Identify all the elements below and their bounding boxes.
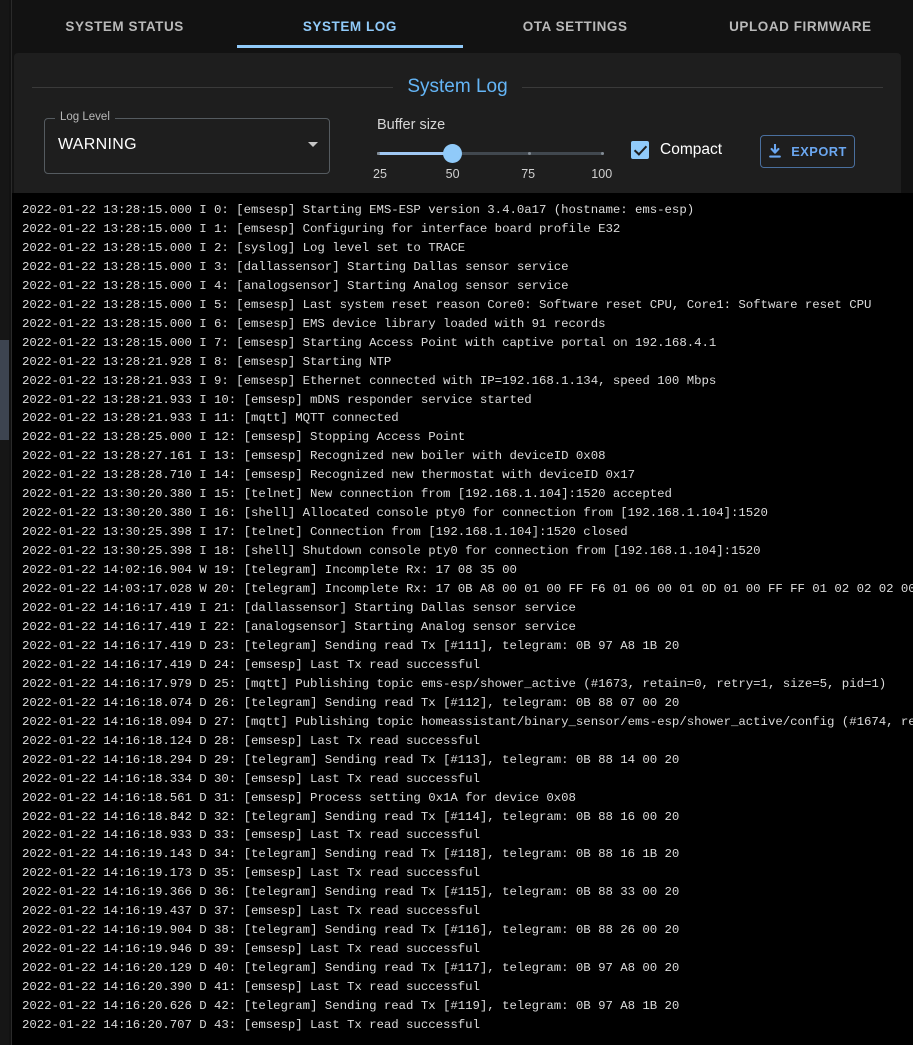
tab-ota-settings[interactable]: OTA SETTINGS xyxy=(463,0,688,52)
log-level-select[interactable]: Log Level WARNING xyxy=(44,118,330,174)
log-line: 2022-01-22 13:28:15.000 I 4: [analogsens… xyxy=(22,277,913,296)
export-label: EXPORT xyxy=(791,144,847,159)
tab-label: OTA SETTINGS xyxy=(523,19,628,34)
page-scrollbar-thumb[interactable] xyxy=(0,340,9,440)
left-rail xyxy=(0,0,12,1045)
export-button[interactable]: EXPORT xyxy=(760,135,855,168)
log-line: 2022-01-22 14:16:19.143 D 34: [telegram]… xyxy=(22,845,913,864)
log-line: 2022-01-22 13:30:25.398 I 18: [shell] Sh… xyxy=(22,542,913,561)
log-line: 2022-01-22 14:16:20.626 D 42: [telegram]… xyxy=(22,997,913,1016)
log-line: 2022-01-22 14:02:16.904 W 19: [telegram]… xyxy=(22,561,913,580)
slider-thumb[interactable] xyxy=(443,144,462,163)
divider-left xyxy=(32,87,393,88)
log-line: 2022-01-22 13:28:15.000 I 5: [emsesp] La… xyxy=(22,296,913,315)
slider-fill xyxy=(377,152,453,155)
log-line: 2022-01-22 14:16:18.294 D 29: [telegram]… xyxy=(22,751,913,770)
log-line: 2022-01-22 14:16:20.129 D 40: [telegram]… xyxy=(22,959,913,978)
log-line: 2022-01-22 14:16:19.437 D 37: [emsesp] L… xyxy=(22,902,913,921)
controls-panel: System Log Log Level WARNING Buffer size xyxy=(14,53,901,193)
log-line: 2022-01-22 14:16:19.173 D 35: [emsesp] L… xyxy=(22,864,913,883)
log-line: 2022-01-22 13:28:15.000 I 3: [dallassens… xyxy=(22,258,913,277)
log-line: 2022-01-22 13:28:27.161 I 13: [emsesp] R… xyxy=(22,447,913,466)
log-line: 2022-01-22 14:16:18.334 D 30: [emsesp] L… xyxy=(22,770,913,789)
tab-system-status[interactable]: SYSTEM STATUS xyxy=(12,0,237,52)
log-line: 2022-01-22 14:16:18.124 D 28: [emsesp] L… xyxy=(22,732,913,751)
slider-mark-25 xyxy=(377,152,380,155)
compact-label: Compact xyxy=(660,141,722,159)
log-line: 2022-01-22 14:16:19.904 D 38: [telegram]… xyxy=(22,921,913,940)
log-line: 2022-01-22 14:03:17.028 W 20: [telegram]… xyxy=(22,580,913,599)
log-level-value: WARNING xyxy=(58,136,137,154)
log-line: 2022-01-22 14:16:20.390 D 41: [emsesp] L… xyxy=(22,978,913,997)
log-line: 2022-01-22 14:16:19.366 D 36: [telegram]… xyxy=(22,883,913,902)
slider-mark-100 xyxy=(601,152,604,155)
slider-tick-50: 50 xyxy=(446,167,460,181)
log-line: 2022-01-22 14:16:17.419 I 21: [dallassen… xyxy=(22,599,913,618)
log-line: 2022-01-22 14:16:17.419 D 24: [emsesp] L… xyxy=(22,656,913,675)
log-line: 2022-01-22 13:28:15.000 I 1: [emsesp] Co… xyxy=(22,220,913,239)
log-line: 2022-01-22 14:16:18.094 D 27: [mqtt] Pub… xyxy=(22,713,913,732)
tab-underline xyxy=(688,45,913,48)
panel-title-row: System Log xyxy=(32,71,883,103)
log-line: 2022-01-22 13:28:21.933 I 11: [mqtt] MQT… xyxy=(22,409,913,428)
log-line: 2022-01-22 13:28:21.928 I 8: [emsesp] St… xyxy=(22,353,913,372)
log-line: 2022-01-22 13:28:21.933 I 10: [emsesp] m… xyxy=(22,391,913,410)
log-line: 2022-01-22 14:16:18.561 D 31: [emsesp] P… xyxy=(22,789,913,808)
log-line: 2022-01-22 13:28:21.933 I 9: [emsesp] Et… xyxy=(22,372,913,391)
buffer-size-label: Buffer size xyxy=(377,117,604,133)
log-line: 2022-01-22 13:28:28.710 I 14: [emsesp] R… xyxy=(22,466,913,485)
controls-row: Log Level WARNING Buffer size 25 xyxy=(44,117,881,181)
log-line: 2022-01-22 14:16:17.979 D 25: [mqtt] Pub… xyxy=(22,675,913,694)
slider-tick-25: 25 xyxy=(373,167,387,181)
log-line: 2022-01-22 13:30:20.380 I 15: [telnet] N… xyxy=(22,485,913,504)
log-line: 2022-01-22 14:16:18.074 D 26: [telegram]… xyxy=(22,694,913,713)
slider-tick-labels: 25 50 75 100 xyxy=(377,167,604,185)
log-line: 2022-01-22 13:28:15.000 I 2: [syslog] Lo… xyxy=(22,239,913,258)
log-level-label: Log Level xyxy=(55,111,115,124)
buffer-size-control: Buffer size 25 50 75 100 xyxy=(377,117,604,185)
tab-upload-firmware[interactable]: UPLOAD FIRMWARE xyxy=(688,0,913,52)
checkbox-checked-icon[interactable] xyxy=(631,141,649,159)
slider-tick-75: 75 xyxy=(521,167,535,181)
log-line: 2022-01-22 13:28:15.000 I 0: [emsesp] St… xyxy=(22,201,913,220)
log-line: 2022-01-22 14:16:17.419 D 23: [telegram]… xyxy=(22,637,913,656)
app-root: SYSTEM STATUS SYSTEM LOG OTA SETTINGS UP… xyxy=(0,0,913,1045)
log-line: 2022-01-22 13:28:25.000 I 12: [emsesp] S… xyxy=(22,428,913,447)
log-console[interactable]: 2022-01-22 13:28:15.000 I 0: [emsesp] St… xyxy=(12,193,913,1045)
log-line: 2022-01-22 14:16:18.933 D 33: [emsesp] L… xyxy=(22,826,913,845)
chevron-down-icon[interactable] xyxy=(308,142,318,147)
log-line: 2022-01-22 14:16:19.946 D 39: [emsesp] L… xyxy=(22,940,913,959)
tab-underline xyxy=(12,45,237,48)
log-line: 2022-01-22 14:16:18.842 D 32: [telegram]… xyxy=(22,808,913,827)
log-line: 2022-01-22 13:30:20.380 I 16: [shell] Al… xyxy=(22,504,913,523)
log-line: 2022-01-22 14:16:17.419 I 22: [analogsen… xyxy=(22,618,913,637)
log-line: 2022-01-22 14:16:20.707 D 43: [emsesp] L… xyxy=(22,1016,913,1035)
compact-checkbox[interactable]: Compact xyxy=(631,141,722,159)
tab-bar: SYSTEM STATUS SYSTEM LOG OTA SETTINGS UP… xyxy=(12,0,913,52)
tab-underline-active xyxy=(237,45,462,48)
log-line-list: 2022-01-22 13:28:15.000 I 0: [emsesp] St… xyxy=(22,201,913,1035)
log-line: 2022-01-22 13:28:15.000 I 7: [emsesp] St… xyxy=(22,334,913,353)
tab-label: SYSTEM LOG xyxy=(303,19,397,34)
buffer-size-slider[interactable] xyxy=(377,143,604,165)
tab-label: UPLOAD FIRMWARE xyxy=(729,19,872,34)
page-scrollbar-track[interactable] xyxy=(0,0,9,1045)
tab-label: SYSTEM STATUS xyxy=(65,19,183,34)
page-title: System Log xyxy=(407,76,507,98)
tab-system-log[interactable]: SYSTEM LOG xyxy=(237,0,462,52)
slider-tick-100: 100 xyxy=(591,167,612,181)
log-line: 2022-01-22 13:30:25.398 I 17: [telnet] C… xyxy=(22,523,913,542)
download-icon xyxy=(768,144,782,159)
divider-right xyxy=(522,87,883,88)
tab-underline xyxy=(463,45,688,48)
log-line: 2022-01-22 13:28:15.000 I 6: [emsesp] EM… xyxy=(22,315,913,334)
